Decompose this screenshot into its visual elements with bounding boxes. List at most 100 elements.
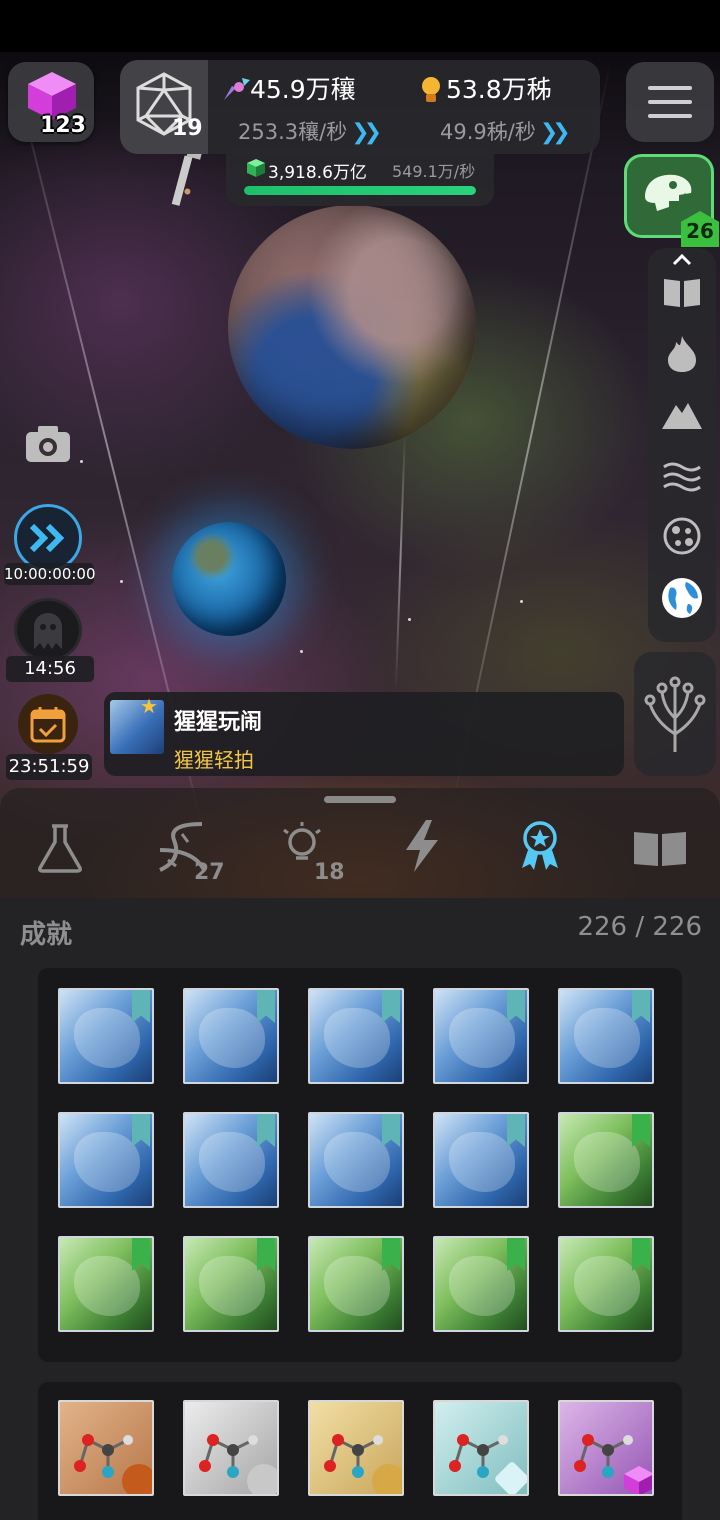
tile-art bbox=[324, 1132, 390, 1192]
gem-button[interactable]: 123 bbox=[8, 62, 94, 142]
resource-panel[interactable]: 19 45.9万穰 253.3穰/秒 ❯❯ 53.8万秭 49.9秭/秒 ❯❯ bbox=[120, 60, 600, 154]
calendar-event-button[interactable] bbox=[18, 694, 78, 754]
molecule-tile-diamond[interactable] bbox=[433, 1400, 529, 1496]
sub-resource-panel[interactable]: 3,918.6万亿 549.1万/秒 bbox=[226, 150, 494, 206]
ribbon-bookmark-icon bbox=[257, 990, 275, 1023]
ribbon-bookmark-icon bbox=[632, 1114, 650, 1147]
star bbox=[80, 460, 83, 463]
ribbon-bookmark-icon bbox=[382, 1238, 400, 1271]
status-bar bbox=[0, 0, 720, 52]
dice-box[interactable]: 19 bbox=[120, 60, 208, 154]
hamburger-line bbox=[648, 114, 692, 118]
drag-handle[interactable] bbox=[324, 796, 396, 803]
gold-coin-icon bbox=[372, 1464, 402, 1494]
side-cells-button[interactable] bbox=[660, 514, 704, 558]
achievement-grid bbox=[38, 968, 682, 1362]
molecule-tile-gem[interactable] bbox=[558, 1400, 654, 1496]
achievement-toast[interactable]: ★ 猩猩玩闹 猩猩轻拍 bbox=[104, 692, 624, 776]
achievement-tile-trex[interactable] bbox=[183, 1236, 279, 1332]
achievements-content: 成就 226 / 226 bbox=[0, 898, 720, 1520]
tab-dna[interactable]: 27 bbox=[148, 816, 225, 886]
achievement-tile-people[interactable] bbox=[558, 988, 654, 1084]
planet-earth[interactable] bbox=[172, 522, 286, 636]
achievement-tile-lion[interactable] bbox=[433, 1112, 529, 1208]
achievement-tile-cyber-face[interactable] bbox=[183, 1112, 279, 1208]
achievement-tile-planet[interactable] bbox=[308, 1112, 404, 1208]
achievement-tile-skull[interactable] bbox=[558, 1112, 654, 1208]
tab-ideas[interactable]: 18 bbox=[272, 816, 345, 886]
tile-art bbox=[574, 1008, 640, 1068]
achievement-tile-raptor[interactable] bbox=[558, 1236, 654, 1332]
achievement-tile-jellyfish[interactable] bbox=[183, 988, 279, 1084]
molecule-tile-bronze[interactable] bbox=[58, 1400, 154, 1496]
side-fire-button[interactable] bbox=[660, 332, 704, 376]
dinosaur-skull-icon bbox=[645, 174, 692, 211]
tile-art bbox=[574, 1256, 640, 1316]
achievement-tile-dna[interactable] bbox=[58, 988, 154, 1084]
resource-a-rate: 253.3穰/秒 ❯❯ bbox=[238, 116, 382, 146]
speed-boost-button[interactable] bbox=[14, 504, 82, 572]
star bbox=[300, 650, 303, 653]
achievement-tile-rock[interactable] bbox=[433, 988, 529, 1084]
energy-spark-icon bbox=[224, 78, 250, 100]
side-category-menu bbox=[648, 248, 716, 642]
tab-power[interactable] bbox=[386, 816, 458, 886]
dino-button[interactable]: 26 bbox=[624, 154, 719, 247]
ribbon-bookmark-icon bbox=[632, 1238, 650, 1271]
tile-art bbox=[199, 1132, 265, 1192]
evolution-tree-button[interactable] bbox=[634, 652, 716, 776]
achievement-tile-crocodile[interactable] bbox=[308, 1236, 404, 1332]
section-count: 226 / 226 bbox=[577, 912, 702, 942]
tile-art bbox=[449, 1132, 515, 1192]
waves-icon bbox=[663, 462, 701, 492]
ribbon-bookmark-icon bbox=[632, 990, 650, 1023]
ribbon-bookmark-icon bbox=[132, 1114, 150, 1147]
gem-cube-icon bbox=[624, 1466, 652, 1494]
achievement-tile-whale[interactable] bbox=[308, 988, 404, 1084]
ribbon-bookmark-icon bbox=[132, 990, 150, 1023]
side-book-button[interactable] bbox=[660, 270, 704, 314]
book-icon bbox=[664, 279, 700, 307]
ribbon-bookmark-icon bbox=[257, 1114, 275, 1147]
fast-forward-icon bbox=[29, 523, 65, 553]
tile-art bbox=[324, 1008, 390, 1068]
star bbox=[520, 600, 523, 603]
tab-achievements[interactable] bbox=[504, 816, 576, 886]
ghost-event-button[interactable] bbox=[14, 598, 82, 662]
hamburger-line bbox=[648, 100, 692, 104]
achievement-tile-bird[interactable] bbox=[433, 1236, 529, 1332]
menu-button[interactable] bbox=[626, 62, 714, 142]
achievement-toast-subtitle: 猩猩轻拍 bbox=[174, 748, 254, 772]
tile-art bbox=[449, 1256, 515, 1316]
side-globe-button[interactable] bbox=[660, 576, 704, 620]
achievement-tile-meteor[interactable] bbox=[58, 1236, 154, 1332]
resource-b-value: 53.8万秭 bbox=[446, 75, 552, 104]
ribbon-bookmark-icon bbox=[507, 1238, 525, 1271]
camera-icon[interactable] bbox=[24, 424, 72, 464]
tile-art bbox=[199, 1256, 265, 1316]
side-mountain-button[interactable] bbox=[660, 392, 704, 436]
resource-a-rate-text: 253.3穰/秒 bbox=[238, 120, 348, 144]
resource-a-value: 45.9万穰 bbox=[250, 75, 356, 104]
molecule-grid bbox=[38, 1382, 682, 1520]
achievement-tile-face[interactable] bbox=[58, 1112, 154, 1208]
silver-coin-icon bbox=[247, 1464, 277, 1494]
molecule-tile-gold[interactable] bbox=[308, 1400, 404, 1496]
chevron-up-icon[interactable] bbox=[670, 250, 694, 270]
section-title: 成就 bbox=[20, 920, 73, 950]
planet-large[interactable] bbox=[228, 205, 476, 449]
ribbon-bookmark-icon bbox=[382, 1114, 400, 1147]
tab-ideas-count: 18 bbox=[314, 860, 345, 885]
sub-resource-value: 3,918.6万亿 bbox=[268, 163, 367, 183]
sub-resource-progress-fill bbox=[244, 186, 476, 195]
ribbon-bookmark-icon bbox=[507, 990, 525, 1023]
molecule-tile-silver[interactable] bbox=[183, 1400, 279, 1496]
side-waves-button[interactable] bbox=[660, 454, 704, 498]
mountain-icon bbox=[662, 403, 702, 429]
ghost-icon bbox=[34, 613, 62, 649]
green-cube-icon bbox=[247, 159, 265, 177]
tab-encyclopedia[interactable] bbox=[624, 816, 696, 886]
tab-lab[interactable] bbox=[24, 816, 96, 886]
ribbon-bookmark-icon bbox=[382, 990, 400, 1023]
star-icon: ★ bbox=[140, 694, 158, 718]
